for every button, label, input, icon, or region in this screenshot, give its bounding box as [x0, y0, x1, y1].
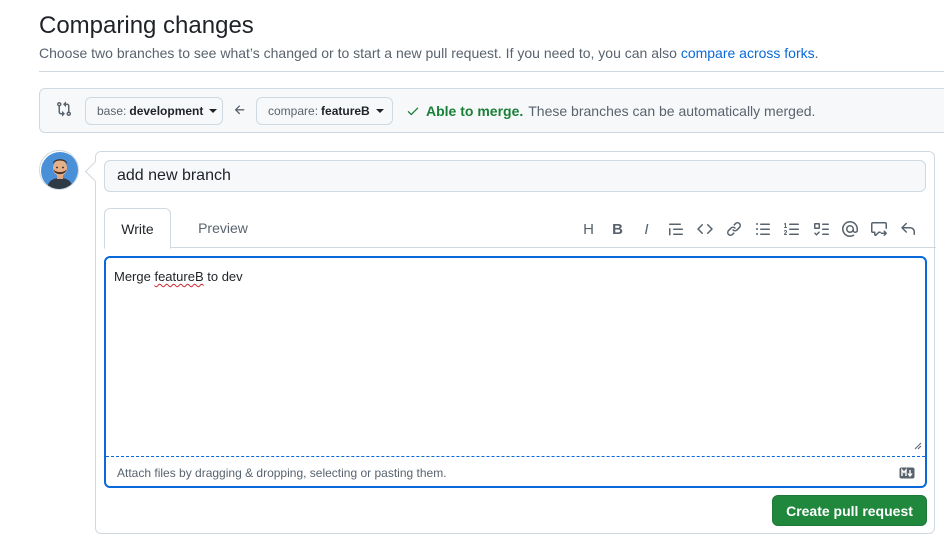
markdown-icon[interactable]: [899, 467, 915, 479]
body-suffix: to dev: [203, 269, 243, 284]
user-avatar-icon: [41, 152, 78, 189]
attach-divider: [106, 456, 925, 457]
attach-files-hint[interactable]: Attach files by dragging & dropping, sel…: [117, 466, 447, 480]
subtitle-end: .: [814, 45, 819, 61]
base-branch-name: development: [129, 104, 204, 118]
misspelled-word: featureB: [154, 269, 204, 284]
compare-branch-select[interactable]: compare: featureB: [256, 97, 393, 125]
quote-icon[interactable]: [661, 219, 690, 239]
pr-title-input[interactable]: [104, 160, 926, 192]
caret-down-icon: [209, 109, 218, 113]
code-icon[interactable]: [690, 219, 719, 239]
git-compare-icon[interactable]: [56, 101, 72, 117]
range-editor: base: development compare: featureB Able…: [39, 88, 944, 133]
tab-write[interactable]: Write: [104, 208, 171, 249]
check-icon: [407, 107, 419, 116]
avatar[interactable]: [39, 150, 79, 190]
tab-preview[interactable]: Preview: [191, 208, 255, 248]
reference-icon[interactable]: [864, 219, 893, 239]
task-list-icon[interactable]: [806, 219, 835, 239]
pr-body-textarea[interactable]: Merge featureB to dev Attach files by dr…: [104, 256, 927, 488]
pull-request-form: Write Preview H B I: [95, 151, 936, 534]
undo-icon[interactable]: [893, 219, 922, 239]
create-pull-request-button[interactable]: Create pull request: [772, 495, 927, 526]
arrow-left-icon: [234, 105, 245, 115]
link-icon[interactable]: [719, 219, 748, 239]
markdown-toolbar: H B I: [574, 219, 922, 239]
page-subtitle: Choose two branches to see what’s change…: [39, 45, 819, 61]
unordered-list-icon[interactable]: [748, 219, 777, 239]
compare-prefix: compare:: [268, 104, 319, 118]
editor-tabs: Write Preview H B I: [104, 207, 936, 249]
heading-icon[interactable]: H: [574, 219, 603, 239]
compare-across-forks-link[interactable]: compare across forks: [681, 45, 815, 61]
subtitle-text: Choose two branches to see what’s change…: [39, 45, 681, 61]
body-prefix: Merge: [114, 269, 155, 284]
merge-status: Able to merge. These branches can be aut…: [406, 103, 815, 119]
base-prefix: base:: [97, 104, 127, 118]
caret-down-icon: [375, 109, 384, 113]
page-title: Comparing changes: [39, 12, 254, 39]
compare-branch-name: featureB: [321, 104, 370, 118]
base-branch-select[interactable]: base: development: [85, 97, 223, 125]
mention-icon[interactable]: [835, 219, 864, 239]
bold-icon[interactable]: B: [603, 219, 632, 239]
ordered-list-icon[interactable]: [777, 219, 806, 239]
merge-status-description: These branches can be automatically merg…: [528, 103, 816, 119]
divider: [39, 71, 944, 72]
italic-icon[interactable]: I: [632, 219, 661, 239]
merge-status-label: Able to merge.: [426, 103, 524, 119]
resize-handle-icon[interactable]: [914, 442, 922, 450]
pr-body-text: Merge featureB to dev: [114, 269, 243, 284]
